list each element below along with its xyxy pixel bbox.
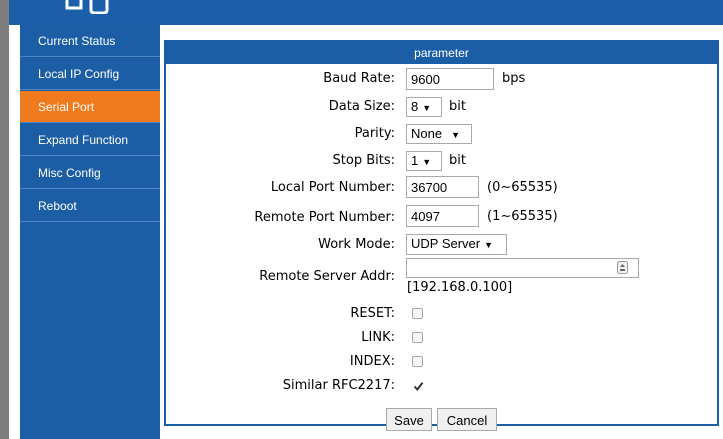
parameter-panel: parameter Baud Rate: bps Data Size: 8▼ b… xyxy=(164,40,719,426)
stop-bits-value: 1 xyxy=(411,153,419,168)
cancel-button[interactable]: Cancel xyxy=(437,408,497,431)
remote-server-input[interactable] xyxy=(406,258,639,278)
rfc2217-checkbox[interactable] xyxy=(412,380,424,392)
remote-port-input[interactable] xyxy=(406,205,479,227)
dropdown-arrow-icon: ▼ xyxy=(422,103,432,113)
work-mode-select[interactable]: UDP Server ▼ xyxy=(406,234,507,255)
dropdown-arrow-icon: ▼ xyxy=(484,240,494,250)
remote-port-range: (1~65535) xyxy=(487,209,558,224)
index-label: INDEX: xyxy=(349,354,395,369)
local-port-range: (0~65535) xyxy=(487,180,558,195)
work-mode-label: Work Mode: xyxy=(318,237,395,252)
left-edge-bar xyxy=(0,0,9,439)
panel-title: parameter xyxy=(166,42,717,64)
sidebar: Current Status Local IP Config Serial Po… xyxy=(20,25,160,439)
top-banner xyxy=(9,0,723,25)
stop-bits-label: Stop Bits: xyxy=(332,153,395,168)
baud-rate-unit: bps xyxy=(502,71,526,86)
data-size-value: 8 xyxy=(411,99,419,114)
sidebar-item-misc-config[interactable]: Misc Config xyxy=(20,157,160,189)
baud-rate-label: Baud Rate: xyxy=(323,71,395,86)
local-port-label: Local Port Number: xyxy=(270,180,395,195)
parity-value: None xyxy=(411,126,443,141)
sidebar-item-current-status[interactable]: Current Status xyxy=(20,25,160,57)
sidebar-item-local-ip-config[interactable]: Local IP Config xyxy=(20,58,160,90)
save-button[interactable]: Save xyxy=(386,408,432,431)
data-size-unit: bit xyxy=(449,99,466,114)
dropdown-arrow-icon: ▼ xyxy=(422,157,432,167)
sidebar-item-reboot[interactable]: Reboot xyxy=(20,190,160,222)
remote-server-hint: [192.168.0.100] xyxy=(407,280,513,295)
remote-port-label: Remote Port Number: xyxy=(254,210,395,225)
data-size-select[interactable]: 8 ▼ xyxy=(406,97,442,117)
stop-bits-unit: bit xyxy=(449,153,466,168)
link-checkbox[interactable] xyxy=(412,332,423,343)
baud-rate-input[interactable] xyxy=(406,68,494,90)
reset-label: RESET: xyxy=(350,306,395,321)
parity-select[interactable]: None ▼ xyxy=(406,124,472,144)
input-spinner-icon[interactable] xyxy=(617,261,628,274)
remote-server-label: Remote Server Addr: xyxy=(259,269,395,284)
data-size-label: Data Size: xyxy=(328,99,395,114)
reset-checkbox[interactable] xyxy=(412,308,423,319)
work-mode-value: UDP Server xyxy=(411,236,481,251)
sidebar-item-expand-function[interactable]: Expand Function xyxy=(20,124,160,156)
parity-label: Parity: xyxy=(354,126,395,141)
sidebar-item-serial-port[interactable]: Serial Port xyxy=(20,91,160,123)
rfc2217-label: Similar RFC2217: xyxy=(282,378,395,393)
stop-bits-select[interactable]: 1 ▼ xyxy=(406,151,442,171)
local-port-input[interactable] xyxy=(406,176,479,198)
link-label: LINK: xyxy=(361,330,395,345)
dropdown-arrow-icon: ▼ xyxy=(451,130,460,140)
checkmark-icon xyxy=(413,382,424,392)
index-checkbox[interactable] xyxy=(412,356,423,367)
logo-icon xyxy=(65,0,109,14)
